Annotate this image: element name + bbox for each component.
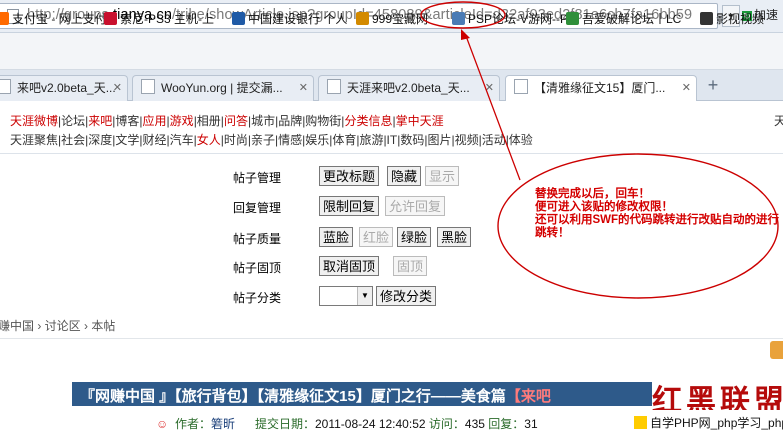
taskbar-php-item[interactable]: 自学PHP网_php学习_php教 <box>632 410 783 436</box>
annotation-line: 替换完成以后，回车！ <box>535 188 650 200</box>
post-meta: ☺ 作者：箬昕 提交日期：2011-08-24 12:40:52 访问：435 … <box>156 415 538 432</box>
visits-label: 访问： <box>428 417 465 431</box>
date-label: 提交日期： <box>254 417 315 431</box>
post-title: 『网赚中国 』【旅行背包】【清雅缘征文15】厦门之行——美食篇【来吧 <box>80 385 551 406</box>
annotation-arrow-head <box>461 29 470 40</box>
visits-count: 435 <box>464 417 485 431</box>
annotation-line: 便可进入该贴的修改权限！ <box>535 201 673 213</box>
breadcrumb-divider <box>0 338 783 339</box>
post-title-part: 『网赚中国 』【旅行背包】【清雅缘征文15】厦门之行——美食篇 <box>80 388 506 405</box>
php-icon <box>634 416 647 429</box>
replies-count: 31 <box>524 417 538 431</box>
url-highlight-ellipse <box>420 1 506 29</box>
author-label: 作者： <box>174 417 211 431</box>
annotation-arrow-line <box>465 35 521 181</box>
side-float-icon[interactable] <box>770 341 783 359</box>
annotation-text: 替换完成以后，回车！ 便可进入该贴的修改权限！ 还可以利用SWF的代码跳转进行改贴自… <box>535 188 783 240</box>
breadcrumb[interactable]: 赚中国 › 讨论区 › 本帖 <box>0 317 115 334</box>
replies-label: 回复： <box>488 417 525 431</box>
post-date: 2011-08-24 12:40:52 <box>315 417 426 431</box>
smiley-icon: ☺ <box>156 417 169 431</box>
author-name[interactable]: 箬昕 <box>211 417 235 431</box>
taskbar-php-label: 自学PHP网_php学习_php教 <box>650 416 783 430</box>
annotation-line: 还可以利用SWF的代码跳转进行改贴自动的进行 <box>535 214 780 226</box>
annotation-line: 跳转！ <box>535 227 570 239</box>
post-title-part: 【来吧 <box>505 388 551 405</box>
